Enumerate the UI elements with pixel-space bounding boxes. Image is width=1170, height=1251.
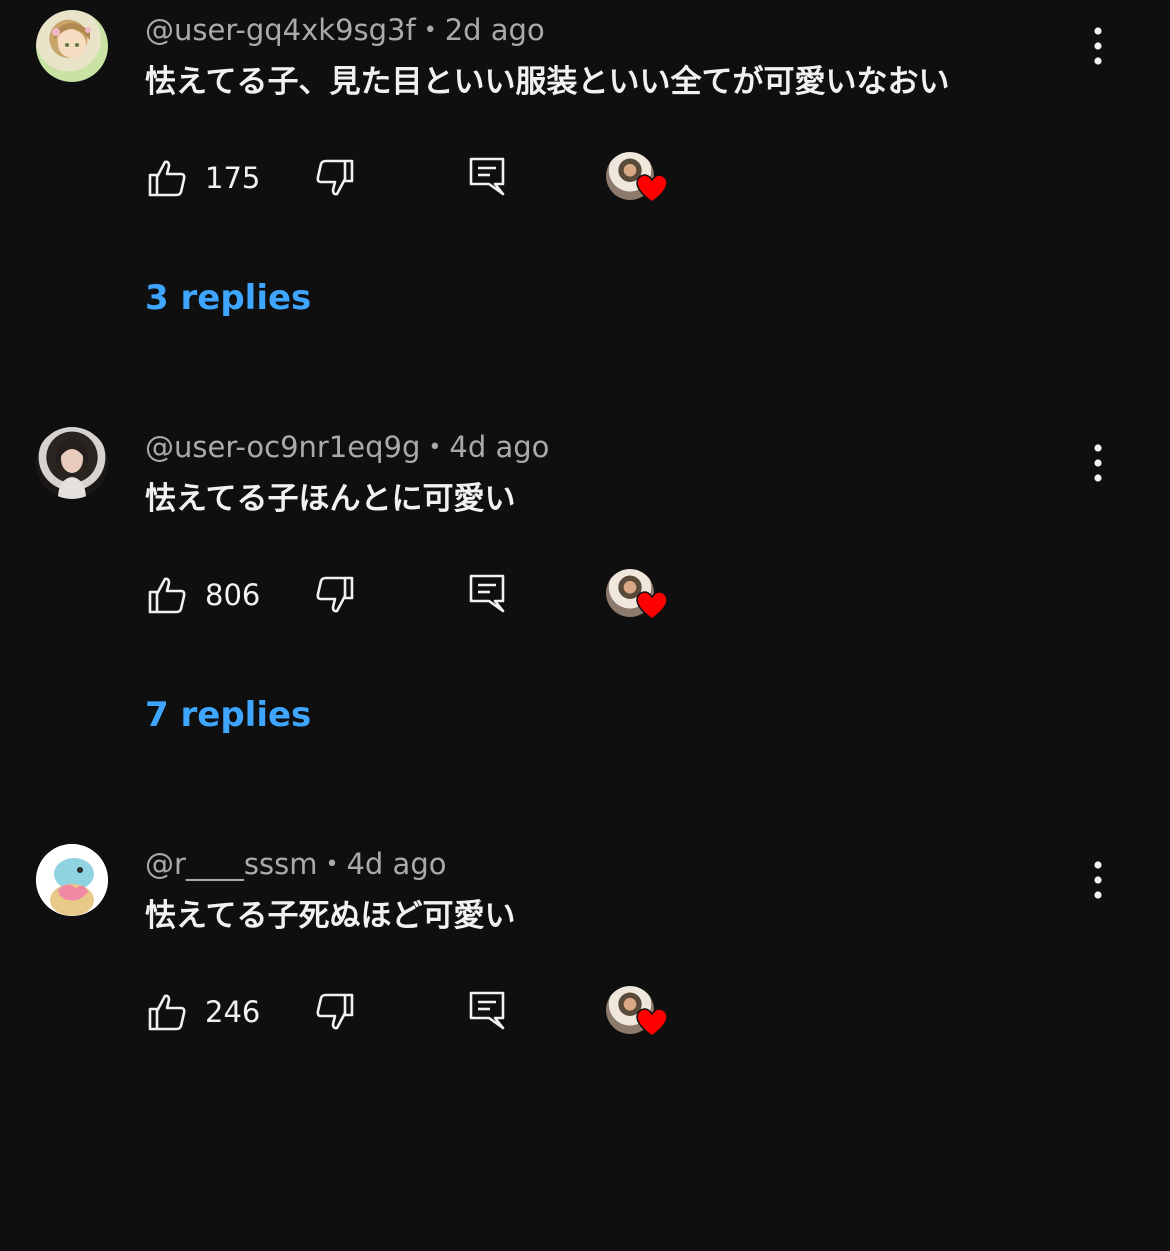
comment-meta: @r____sssm • 4d ago: [145, 846, 446, 886]
meta-separator: •: [423, 18, 437, 43]
comment-text: 怯えてる子死ぬほど可愛い: [145, 898, 516, 934]
like-button[interactable]: [145, 573, 189, 617]
user-avatar[interactable]: [36, 427, 108, 499]
anime-avatar-icon: [52, 23, 91, 58]
heart-icon: [636, 1008, 668, 1037]
comment-reply-icon: [469, 574, 505, 613]
comment-actions: 175: [145, 150, 745, 206]
comment-thread: @user-gq4xk9sg3f • 2d ago 怯えてる子、見た目といい服装とい…: [0, 0, 1170, 417]
comment-text: 怯えてる子ほんとに可愛い: [145, 481, 516, 517]
like-button[interactable]: [145, 156, 189, 200]
meta-separator: •: [325, 852, 339, 877]
username[interactable]: @r____sssm: [145, 847, 318, 881]
comment-meta: @user-gq4xk9sg3f • 2d ago: [145, 12, 545, 52]
view-replies-button[interactable]: 7 replies: [145, 693, 311, 737]
dislike-button[interactable]: [313, 156, 357, 200]
comment-meta: @user-oc9nr1eq9g • 4d ago: [145, 429, 549, 469]
dislike-button[interactable]: [313, 990, 357, 1034]
creator-heart: [606, 567, 670, 623]
heart-icon: [636, 591, 668, 620]
reply-button[interactable]: [465, 988, 509, 1032]
more-options-button[interactable]: [1080, 26, 1116, 66]
timestamp[interactable]: 4d ago: [346, 847, 446, 881]
meta-separator: •: [428, 435, 442, 460]
thumbs-up-icon: [148, 577, 186, 614]
like-button[interactable]: [145, 990, 189, 1034]
like-count: 175: [205, 161, 261, 195]
vertical-ellipsis-icon: [1094, 27, 1102, 65]
thumbs-up-icon: [148, 160, 186, 197]
photo-avatar-icon: [55, 439, 89, 499]
reply-button[interactable]: [465, 571, 509, 615]
thumbs-down-icon: [316, 159, 354, 196]
thumbs-up-icon: [148, 994, 186, 1031]
timestamp[interactable]: 2d ago: [445, 13, 545, 47]
comment-actions: 246: [145, 984, 745, 1040]
timestamp[interactable]: 4d ago: [449, 430, 549, 464]
username[interactable]: @user-oc9nr1eq9g: [145, 430, 420, 464]
comment-reply-icon: [469, 991, 505, 1030]
creator-heart: [606, 984, 670, 1040]
comment-thread: @user-oc9nr1eq9g • 4d ago 怯えてる子ほんとに可愛い 806: [0, 417, 1170, 834]
comment-reply-icon: [469, 157, 505, 196]
like-count: 806: [205, 578, 261, 612]
reply-button[interactable]: [465, 154, 509, 198]
thumbs-down-icon: [316, 576, 354, 613]
user-avatar[interactable]: [36, 10, 108, 82]
comment-actions: 806: [145, 567, 745, 623]
more-options-button[interactable]: [1080, 443, 1116, 483]
comment-thread: @r____sssm • 4d ago 怯えてる子死ぬほど可愛い 246: [0, 834, 1170, 1251]
thumbs-down-icon: [316, 993, 354, 1030]
squirtle-avatar-icon: [36, 844, 108, 916]
creator-heart: [606, 150, 670, 206]
like-count: 246: [205, 995, 261, 1029]
view-replies-button[interactable]: 3 replies: [145, 276, 311, 320]
vertical-ellipsis-icon: [1094, 861, 1102, 899]
vertical-ellipsis-icon: [1094, 444, 1102, 482]
comment-text: 怯えてる子、見た目といい服装といい全てが可愛いなおい: [145, 64, 950, 100]
user-avatar[interactable]: [36, 844, 108, 916]
username[interactable]: @user-gq4xk9sg3f: [145, 13, 416, 47]
dislike-button[interactable]: [313, 573, 357, 617]
heart-icon: [636, 174, 668, 203]
more-options-button[interactable]: [1080, 860, 1116, 900]
